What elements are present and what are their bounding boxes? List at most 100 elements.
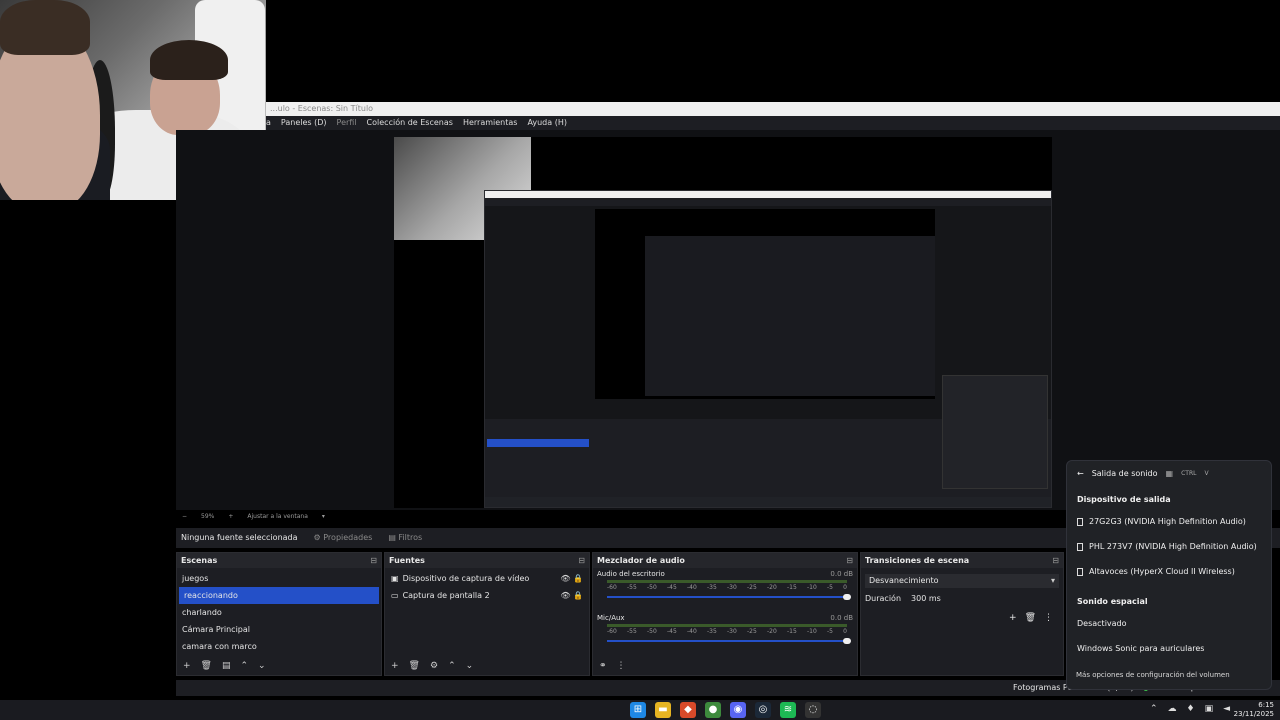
- person-hair: [0, 0, 90, 55]
- nested-titlebar: [485, 191, 1051, 198]
- spotify-icon[interactable]: ≋: [780, 702, 796, 718]
- system-tray: ⌃ ☁ ♦ ▣ ◄: [1150, 704, 1230, 714]
- source-label: Dispositivo de captura de vídeo: [402, 574, 530, 583]
- monitor-icon: ▭: [391, 591, 399, 600]
- meter-ticks: -60 -55 -50 -45 -40 -35 -30 -25 -20 -15 -10 -5 0: [607, 584, 847, 591]
- spatial-option[interactable]: Windows Sonic para auriculares: [1077, 644, 1204, 653]
- more-volume-settings-link[interactable]: Más opciones de configuración del volume…: [1076, 671, 1230, 679]
- back-arrow-icon[interactable]: ←: [1077, 469, 1084, 478]
- source-item[interactable]: ▭ Captura de pantalla 2 👁 🔒: [385, 587, 589, 604]
- person-hair: [150, 40, 228, 80]
- chevron-down-icon[interactable]: ▾: [322, 513, 325, 523]
- channel-name: Mic/Aux: [597, 614, 625, 622]
- add-source-button[interactable]: +: [391, 661, 399, 671]
- move-down-button[interactable]: ⌄: [466, 661, 474, 671]
- properties-button[interactable]: ⚙ Propiedades: [314, 528, 373, 548]
- nested-selected-scene: [487, 439, 589, 447]
- menu-item-scene-collection[interactable]: Colección de Escenas: [367, 116, 453, 130]
- volume-knob[interactable]: [843, 594, 851, 600]
- move-down-button[interactable]: ⌄: [258, 661, 266, 671]
- audio-meter: [607, 624, 847, 627]
- device-item[interactable]: 27G2G3 (NVIDIA High Definition Audio): [1077, 517, 1246, 526]
- network-icon[interactable]: ▣: [1205, 704, 1214, 714]
- mixer-channel-mic: Mic/Aux 0.0 dB -60 -55 -50 -45 -40 -35 -30 -25-…: [593, 612, 857, 656]
- visibility-lock-icons[interactable]: 👁 🔒: [560, 587, 583, 604]
- menu-item-help[interactable]: Ayuda (H): [527, 116, 567, 130]
- clock[interactable]: 6:15 23/11/2025: [1234, 701, 1274, 719]
- add-transition-button[interactable]: +: [1009, 613, 1017, 623]
- popup-title: Salida de sonido: [1091, 469, 1158, 478]
- volume-slider[interactable]: [607, 640, 847, 642]
- remove-scene-button[interactable]: 🗑: [201, 661, 212, 671]
- cloud-icon[interactable]: ☁: [1167, 704, 1176, 714]
- scene-item[interactable]: camara con marco: [177, 638, 381, 655]
- camera-icon: ▣: [391, 574, 399, 583]
- nested-taskbar: [485, 497, 1051, 507]
- chrome-icon[interactable]: ●: [705, 702, 721, 718]
- windows-start-icon[interactable]: ⊞: [630, 702, 646, 718]
- zoom-out-button[interactable]: −: [182, 513, 187, 523]
- move-up-button[interactable]: ⌃: [241, 661, 249, 671]
- discord-icon[interactable]: ◉: [730, 702, 746, 718]
- nested-inner-preview: [645, 236, 935, 396]
- menu-item-profile[interactable]: Perfil: [337, 116, 357, 130]
- sources-title: Fuentes: [389, 556, 425, 565]
- transition-select[interactable]: Desvanecimiento ▾: [865, 574, 1059, 588]
- spatial-option[interactable]: Desactivado: [1077, 619, 1127, 628]
- transitions-title: Transiciones de escena: [865, 556, 970, 565]
- shortcut-key: V: [1204, 470, 1209, 477]
- shortcut-label: CTRL: [1181, 470, 1197, 477]
- volume-slider[interactable]: [607, 596, 847, 598]
- gear-icon[interactable]: ⚙: [430, 661, 438, 671]
- remove-source-button[interactable]: 🗑: [409, 661, 420, 671]
- taskbar-apps: ⊞ ▬ ◆ ● ◉ ◎ ≋ ◌: [630, 702, 821, 718]
- properties-label: Propiedades: [323, 533, 373, 542]
- transition-toolbar: + 🗑 ⋮: [1009, 613, 1053, 623]
- brave-browser-icon[interactable]: ◆: [680, 702, 696, 718]
- link-icon[interactable]: ⚭: [599, 661, 607, 671]
- dock-options-icon[interactable]: ⊟: [370, 553, 377, 568]
- device-item-selected[interactable]: Altavoces (HyperX Cloud II Wireless): [1077, 567, 1235, 576]
- meter-ticks: -60 -55 -50 -45 -40 -35 -30 -25 -20 -15 -10 -5 0: [607, 628, 847, 635]
- dock-options-icon[interactable]: ⊟: [1052, 553, 1059, 568]
- scenes-toolbar: + 🗑 ▤ ⌃ ⌄: [177, 657, 381, 675]
- scene-item[interactable]: juegos: [177, 570, 381, 587]
- scenes-dock-header: Escenas ⊟: [177, 553, 381, 568]
- add-scene-button[interactable]: +: [183, 661, 191, 671]
- filters-button[interactable]: ▤ Filtros: [388, 528, 422, 548]
- filter-icon[interactable]: ▤: [222, 661, 231, 671]
- visibility-lock-icons[interactable]: 👁 🔒: [560, 570, 583, 587]
- obs-icon[interactable]: ◌: [805, 702, 821, 718]
- duration-input[interactable]: 300 ms: [911, 594, 941, 603]
- menu-item[interactable]: a: [266, 116, 271, 130]
- menu-item-tools[interactable]: Herramientas: [463, 116, 518, 130]
- clock-time: 6:15: [1258, 701, 1274, 709]
- dock-options-icon[interactable]: ⊟: [846, 553, 853, 568]
- output-device-header: Dispositivo de salida: [1077, 495, 1171, 504]
- device-item[interactable]: PHL 273V7 (NVIDIA High Definition Audio): [1077, 542, 1257, 551]
- spatial-sound-header: Sonido espacial: [1077, 597, 1148, 606]
- channel-name: Audio del escritorio: [597, 570, 665, 578]
- fit-window-button[interactable]: Ajustar a la ventana: [247, 513, 308, 523]
- channel-db: 0.0 dB: [830, 570, 853, 578]
- mic-icon[interactable]: ♦: [1186, 704, 1194, 714]
- mixer-dock: Mezclador de audio ⊟ Audio del escritorio…: [592, 552, 858, 676]
- zoom-in-button[interactable]: +: [228, 513, 233, 523]
- more-options-icon[interactable]: ⋮: [617, 661, 626, 671]
- scene-item[interactable]: charlando: [177, 604, 381, 621]
- mixer-title: Mezclador de audio: [597, 556, 685, 565]
- scene-item-selected[interactable]: reaccionando: [179, 587, 379, 604]
- more-options-icon[interactable]: ⋮: [1044, 613, 1053, 623]
- scene-item[interactable]: Cámara Principal: [177, 621, 381, 638]
- menu-item-panels[interactable]: Paneles (D): [281, 116, 327, 130]
- volume-icon[interactable]: ◄: [1223, 704, 1230, 714]
- chevron-up-icon[interactable]: ⌃: [1150, 704, 1158, 714]
- dock-options-icon[interactable]: ⊟: [578, 553, 585, 568]
- file-explorer-icon[interactable]: ▬: [655, 702, 671, 718]
- steam-icon[interactable]: ◎: [755, 702, 771, 718]
- remove-transition-button[interactable]: 🗑: [1025, 613, 1036, 623]
- volume-knob[interactable]: [843, 638, 851, 644]
- move-up-button[interactable]: ⌃: [448, 661, 456, 671]
- source-item[interactable]: ▣ Dispositivo de captura de vídeo 👁 🔒: [385, 570, 589, 587]
- preview-nested-screen: [484, 190, 1052, 508]
